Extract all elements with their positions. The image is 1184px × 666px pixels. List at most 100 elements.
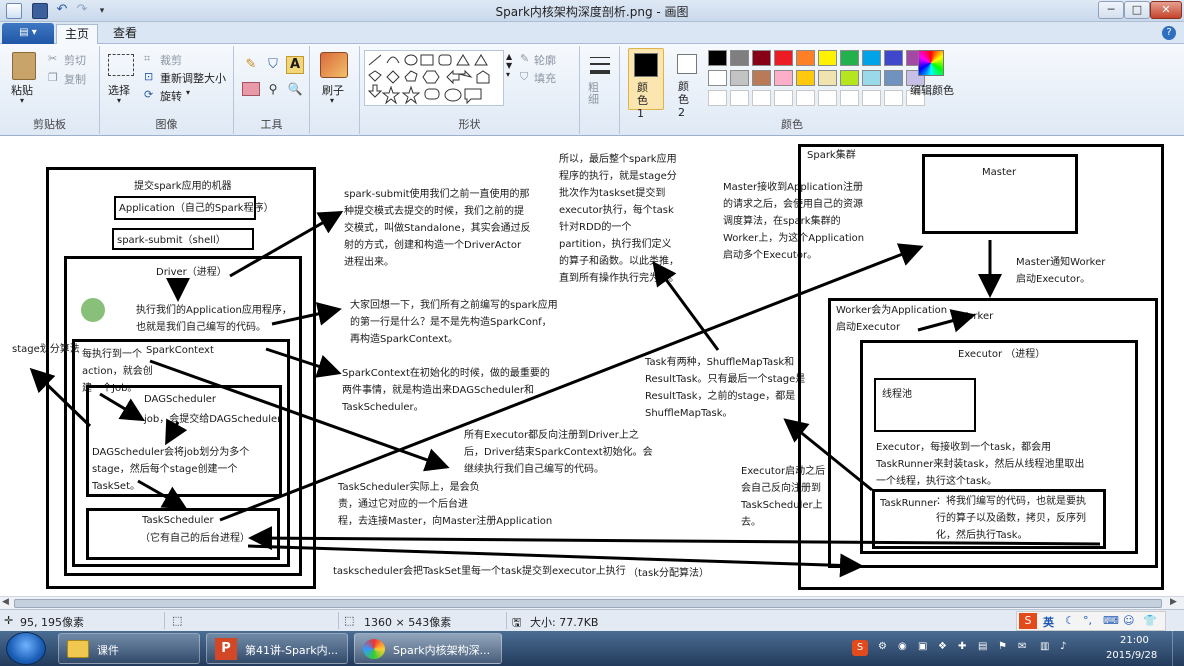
sogou-icon[interactable]: S bbox=[1019, 613, 1037, 629]
user-icon[interactable]: ☺ bbox=[1123, 614, 1134, 627]
tray-icon[interactable]: ✉ bbox=[1018, 641, 1026, 652]
scroll-left-icon[interactable]: ◀ bbox=[2, 597, 9, 607]
menu-icon: ▤ ▾ bbox=[19, 27, 37, 38]
edit-colors-icon[interactable] bbox=[918, 50, 944, 76]
clock-date[interactable]: 2015/9/28 bbox=[1106, 650, 1157, 661]
copy-button[interactable]: 复制 bbox=[64, 71, 86, 87]
tray-icon[interactable]: ⚑ bbox=[998, 641, 1007, 652]
eraser-icon[interactable] bbox=[242, 82, 260, 96]
color-picker-icon[interactable]: ⚲ bbox=[264, 80, 282, 98]
clock-time[interactable]: 21:00 bbox=[1120, 635, 1149, 646]
size-button[interactable]: 粗细 bbox=[588, 82, 600, 106]
select-icon[interactable] bbox=[108, 54, 134, 76]
palette-color-swatch[interactable] bbox=[730, 70, 749, 86]
palette-color-swatch[interactable] bbox=[884, 70, 903, 86]
volume-icon[interactable]: ♪ bbox=[1060, 641, 1066, 652]
fill-icon[interactable]: ⛉ bbox=[264, 56, 282, 74]
magnifier-icon[interactable]: 🔍 bbox=[286, 80, 304, 98]
arrow-worker-label bbox=[917, 309, 976, 333]
palette-empty-swatch[interactable] bbox=[840, 90, 859, 106]
palette-color-swatch[interactable] bbox=[818, 70, 837, 86]
edit-colors-button[interactable]: 编辑颜色 bbox=[910, 82, 954, 98]
palette-color-swatch[interactable] bbox=[708, 70, 727, 86]
shapes-scroll-icon[interactable]: ▲ ▼ ▾ bbox=[506, 52, 512, 79]
help-icon[interactable]: ? bbox=[1162, 26, 1176, 40]
cursor-position-icon: ✛ bbox=[4, 614, 14, 627]
text-tool-icon[interactable]: A bbox=[286, 56, 304, 74]
tab-view[interactable]: 查看 bbox=[104, 24, 146, 44]
rotate-button[interactable]: 旋转 bbox=[160, 88, 182, 104]
file-menu-button[interactable]: ▤ ▾ bbox=[2, 23, 54, 44]
palette-color-swatch[interactable] bbox=[752, 50, 771, 66]
maximize-button[interactable]: □ bbox=[1124, 1, 1150, 19]
select-dropdown-icon[interactable]: ▾ bbox=[117, 96, 121, 105]
color-1-selector[interactable]: 颜色 1 bbox=[628, 48, 664, 120]
taskbar-button-folder[interactable]: 课件 bbox=[58, 633, 200, 664]
crop-button[interactable]: 裁剪 bbox=[160, 52, 182, 68]
palette-color-swatch[interactable] bbox=[840, 70, 859, 86]
tray-icon[interactable]: ◉ bbox=[898, 641, 907, 652]
tray-icon[interactable]: ⚙ bbox=[878, 641, 887, 652]
palette-empty-swatch[interactable] bbox=[884, 90, 903, 106]
punctuation-icon[interactable]: °, bbox=[1083, 614, 1092, 627]
brush-icon[interactable] bbox=[320, 52, 348, 78]
paste-dropdown-icon[interactable]: ▾ bbox=[20, 96, 24, 105]
tray-icon[interactable]: ▤ bbox=[978, 641, 987, 652]
tray-icon[interactable]: ✚ bbox=[958, 641, 966, 652]
taskbar-button-paint[interactable]: Spark内核架构深... bbox=[354, 633, 502, 664]
start-button[interactable] bbox=[6, 632, 46, 665]
brushes-dropdown-icon[interactable]: ▾ bbox=[330, 96, 334, 105]
taskbar-button-powerpoint[interactable]: P 第41讲-Spark内... bbox=[206, 633, 348, 664]
keyboard-icon[interactable]: ⌨ bbox=[1103, 614, 1119, 627]
moon-icon[interactable]: ☾ bbox=[1065, 614, 1075, 627]
palette-color-swatch[interactable] bbox=[796, 50, 815, 66]
palette-empty-swatch[interactable] bbox=[862, 90, 881, 106]
sogou-tray-icon[interactable]: S bbox=[852, 640, 868, 656]
palette-empty-swatch[interactable] bbox=[796, 90, 815, 106]
clipboard-group: 粘贴 ▾ ✂ 剪切 ❐ 复制 剪贴板 bbox=[0, 46, 100, 134]
palette-color-swatch[interactable] bbox=[774, 50, 793, 66]
tab-home[interactable]: 主页 bbox=[56, 24, 98, 44]
outline-button[interactable]: 轮廓 bbox=[534, 52, 556, 68]
palette-color-swatch[interactable] bbox=[774, 70, 793, 86]
palette-color-swatch[interactable] bbox=[840, 50, 859, 66]
line-width-icon[interactable] bbox=[590, 54, 610, 80]
palette-empty-swatch[interactable] bbox=[730, 90, 749, 106]
tray-icon[interactable]: ▣ bbox=[918, 641, 927, 652]
skin-icon[interactable]: 👕 bbox=[1143, 614, 1157, 627]
ime-language[interactable]: 英 bbox=[1043, 614, 1054, 630]
color-2-selector[interactable]: 颜色 2 bbox=[670, 48, 706, 119]
palette-empty-swatch[interactable] bbox=[774, 90, 793, 106]
fill-button[interactable]: 填充 bbox=[534, 70, 556, 86]
palette-color-swatch[interactable] bbox=[862, 50, 881, 66]
tray-icon[interactable]: ❖ bbox=[938, 641, 947, 652]
network-icon[interactable]: ▥ bbox=[1040, 641, 1049, 652]
scroll-right-icon[interactable]: ▶ bbox=[1170, 597, 1177, 607]
palette-color-swatch[interactable] bbox=[862, 70, 881, 86]
paste-icon[interactable] bbox=[12, 52, 36, 80]
horizontal-scrollbar[interactable]: ◀ ▶ bbox=[0, 596, 1184, 609]
palette-empty-swatch[interactable] bbox=[752, 90, 771, 106]
clipboard-group-label: 剪贴板 bbox=[33, 118, 66, 131]
palette-color-swatch[interactable] bbox=[708, 50, 727, 66]
palette-color-swatch[interactable] bbox=[752, 70, 771, 86]
arrow-driver-to-submit-note bbox=[229, 211, 344, 278]
rotate-dropdown-icon[interactable]: ▾ bbox=[186, 88, 190, 97]
drawing-canvas[interactable]: 提交spark应用的机器 Application（自己的Spark程序） spa… bbox=[0, 136, 1184, 609]
close-button[interactable]: ✕ bbox=[1150, 1, 1182, 19]
palette-empty-swatch[interactable] bbox=[818, 90, 837, 106]
color-1-swatch bbox=[634, 53, 658, 77]
palette-color-swatch[interactable] bbox=[818, 50, 837, 66]
minimize-button[interactable]: ─ bbox=[1098, 1, 1124, 19]
cut-button[interactable]: 剪切 bbox=[64, 52, 86, 68]
resize-button[interactable]: 重新调整大小 bbox=[160, 70, 226, 86]
arrow-dag-to-ts bbox=[137, 479, 188, 509]
scroll-thumb[interactable] bbox=[14, 599, 1162, 608]
palette-color-swatch[interactable] bbox=[730, 50, 749, 66]
palette-color-swatch[interactable] bbox=[796, 70, 815, 86]
shapes-gallery[interactable] bbox=[364, 50, 504, 106]
palette-empty-swatch[interactable] bbox=[708, 90, 727, 106]
show-desktop-button[interactable] bbox=[1172, 631, 1184, 666]
pencil-icon[interactable]: ✎ bbox=[242, 56, 260, 74]
palette-color-swatch[interactable] bbox=[884, 50, 903, 66]
